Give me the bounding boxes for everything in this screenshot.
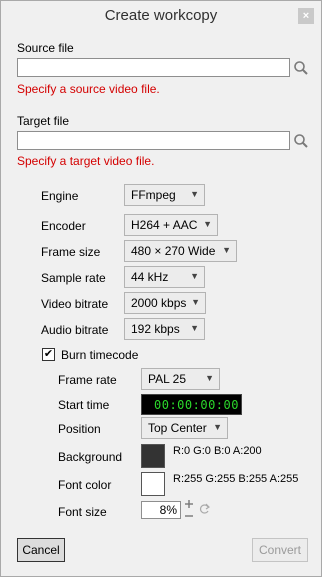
start-time-display[interactable]: 00:00:00:00 [141,394,242,415]
position-value: Top Center [148,421,207,435]
chevron-down-icon: ▼ [222,245,231,255]
font-size-label: Font size [58,505,107,519]
encoder-label: Encoder [41,219,86,233]
burn-timecode-checkbox[interactable]: ✔ [42,348,55,361]
target-file-error: Specify a target video file. [17,154,155,168]
plus-icon [185,500,193,508]
create-workcopy-dialog: Create workcopy × Source file Specify a … [0,0,322,577]
background-color-value: R:0 G:0 B:0 A:200 [173,445,262,457]
audio-bitrate-label: Audio bitrate [41,323,109,337]
video-bitrate-value: 2000 kbps [131,296,187,310]
font-color-swatch[interactable] [141,472,165,496]
title-bar: Create workcopy × [1,1,321,33]
frame-size-select[interactable]: 480 × 270 Wide ▼ [124,240,237,262]
font-size-stepper[interactable] [183,499,195,521]
chevron-down-icon: ▼ [191,297,200,307]
checkmark-icon: ✔ [43,348,54,360]
background-color-swatch[interactable] [141,444,165,468]
video-bitrate-select[interactable]: 2000 kbps ▼ [124,292,206,314]
engine-value: FFmpeg [131,188,176,202]
audio-bitrate-value: 192 kbps [131,322,180,336]
close-icon: × [302,10,310,22]
sample-rate-value: 44 kHz [131,270,169,284]
chevron-down-icon: ▼ [205,373,214,383]
source-file-label: Source file [17,41,74,55]
reset-icon[interactable] [198,502,211,515]
start-time-label: Start time [58,398,110,412]
target-file-input[interactable] [17,131,290,150]
sample-rate-label: Sample rate [41,271,106,285]
frame-rate-select[interactable]: PAL 25 ▼ [141,368,220,390]
chevron-down-icon: ▼ [190,323,199,333]
chevron-down-icon: ▼ [213,422,222,432]
source-file-error: Specify a source video file. [17,82,160,96]
position-select[interactable]: Top Center ▼ [141,417,228,439]
cancel-button[interactable]: Cancel [17,538,65,562]
font-size-input[interactable]: 8% [141,501,181,519]
chevron-down-icon: ▼ [190,189,199,199]
engine-label: Engine [41,189,79,203]
font-color-value: R:255 G:255 B:255 A:255 [173,473,299,485]
frame-rate-value: PAL 25 [148,372,187,386]
close-button[interactable]: × [298,8,314,24]
sample-rate-select[interactable]: 44 kHz ▼ [124,266,205,288]
search-icon[interactable] [293,133,309,149]
encoder-select[interactable]: H264 + AAC ▼ [124,214,218,236]
burn-timecode-label: Burn timecode [61,348,139,362]
chevron-down-icon: ▼ [190,271,199,281]
dialog-title: Create workcopy [104,7,218,24]
frame-size-label: Frame size [41,245,101,259]
source-file-input[interactable] [17,58,290,77]
audio-bitrate-select[interactable]: 192 kbps ▼ [124,318,205,340]
target-file-label: Target file [17,114,70,128]
font-color-label: Font color [58,478,112,492]
position-label: Position [58,422,101,436]
search-icon[interactable] [293,60,309,76]
encoder-value: H264 + AAC [131,218,198,232]
convert-button[interactable]: Convert [252,538,308,562]
video-bitrate-label: Video bitrate [41,297,109,311]
chevron-down-icon: ▼ [203,219,212,229]
engine-select[interactable]: FFmpeg ▼ [124,184,205,206]
background-label: Background [58,450,123,464]
frame-size-value: 480 × 270 Wide [131,244,216,258]
frame-rate-label: Frame rate [58,373,117,387]
